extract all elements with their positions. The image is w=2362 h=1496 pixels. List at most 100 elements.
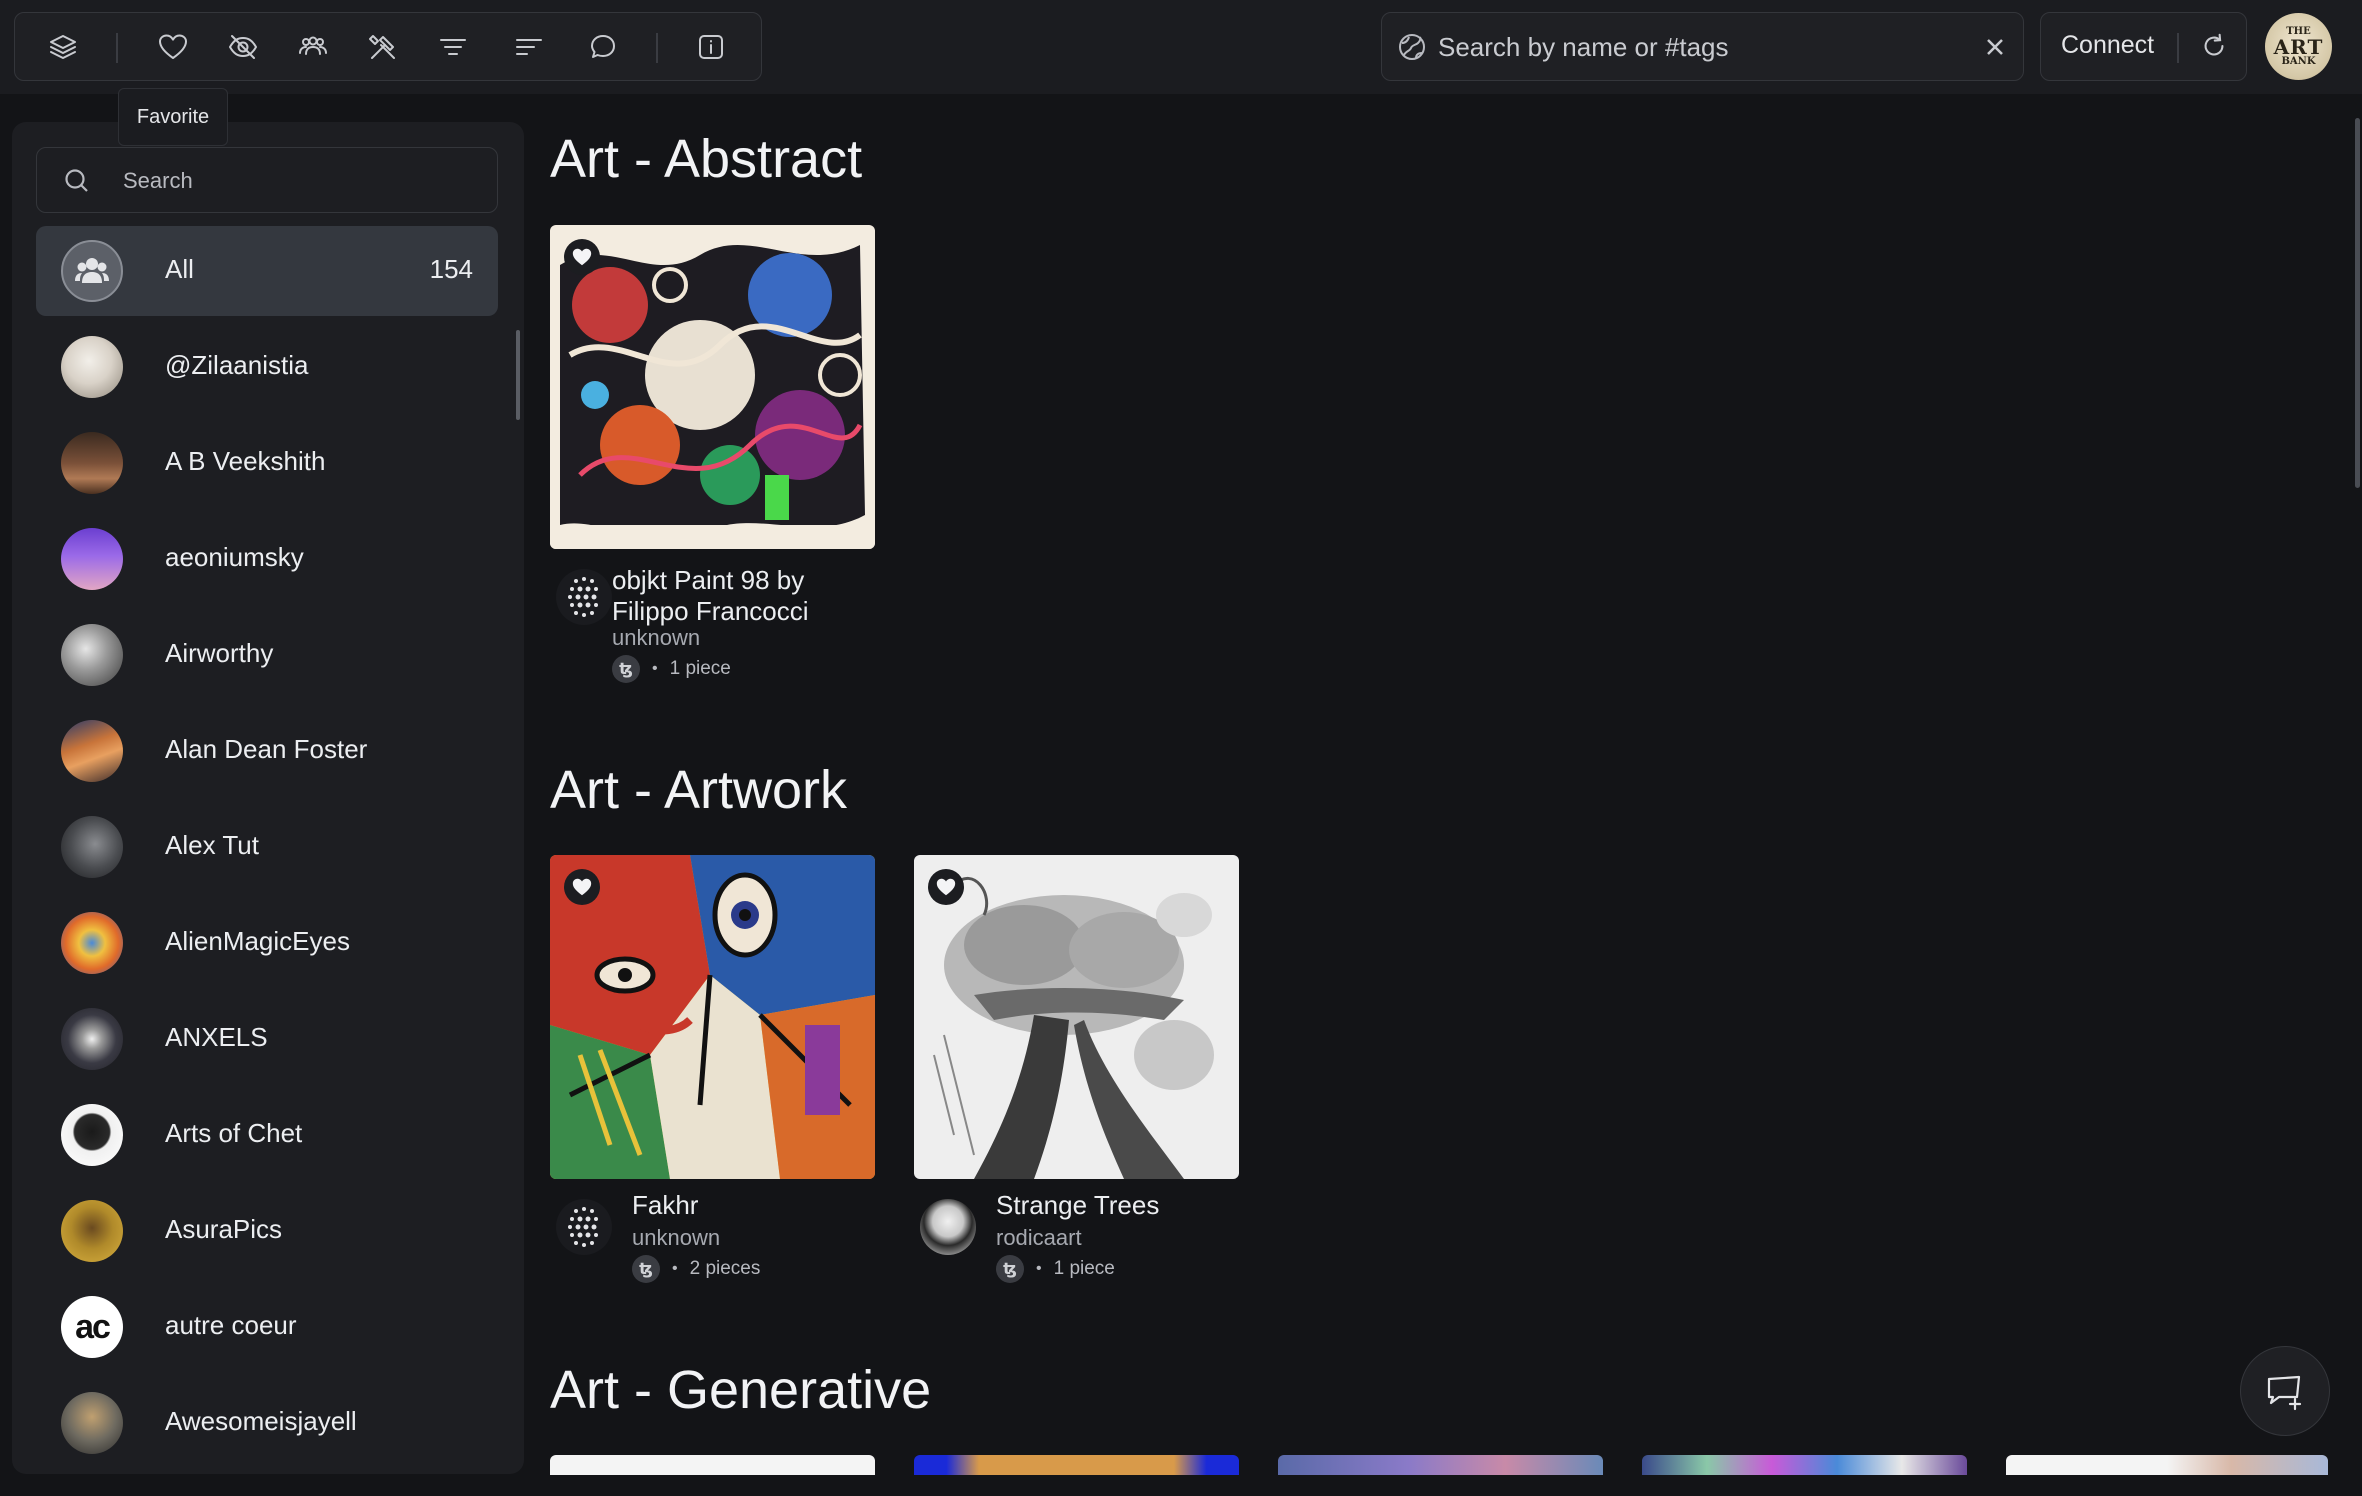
group-icon (61, 240, 123, 302)
sidebar-item-alienmagiceyes[interactable]: AlienMagicEyes (36, 898, 498, 988)
avatar (61, 1104, 123, 1166)
favorite-button[interactable] (928, 869, 964, 905)
card-title[interactable]: Fakhr (632, 1190, 892, 1221)
artwork-thumbnail[interactable] (2006, 1455, 2328, 1475)
avatar (61, 1200, 123, 1262)
tezos-icon: ꜩ (632, 1255, 660, 1283)
sidebar-item-label: Alex Tut (165, 830, 259, 860)
section-title: Art - Generative (550, 1360, 932, 1420)
card-footer: ꜩ • 2 pieces (632, 1255, 760, 1283)
connect-divider (2177, 33, 2179, 63)
nft-card[interactable]: objkt Paint 98 by Filippo Francocci unkn… (550, 225, 875, 695)
layers-icon[interactable] (43, 27, 83, 67)
sidebar-item-a-b-veekshith[interactable]: A B Veekshith (36, 418, 498, 508)
card-pieces: 2 pieces (689, 1258, 761, 1279)
feedback-button[interactable] (2240, 1346, 2330, 1436)
filter-icon[interactable] (433, 27, 473, 67)
global-search-input[interactable] (1438, 27, 1958, 67)
connect-button[interactable]: Connect (2061, 31, 2154, 60)
artwork-thumbnail[interactable] (550, 855, 875, 1179)
sidebar-search-input[interactable] (123, 162, 483, 200)
separator-dot: • (652, 660, 658, 677)
sort-icon[interactable] (509, 27, 549, 67)
artwork-thumbnail[interactable] (1278, 1455, 1603, 1475)
card-title[interactable]: Strange Trees (996, 1190, 1256, 1221)
logo-text-line2: ART (2273, 34, 2324, 59)
sidebar-search (36, 147, 498, 213)
heart-icon (572, 248, 592, 266)
artwork-thumbnail[interactable] (550, 225, 875, 549)
section-title: Art - Abstract (550, 129, 863, 189)
creator-list: All 154 @Zilaanistia A B Veekshith aeoni… (36, 226, 498, 1474)
sidebar-item-label: @Zilaanistia (165, 350, 309, 380)
sidebar-item-alex-tut[interactable]: Alex Tut (36, 802, 498, 892)
card-pieces: 1 piece (669, 658, 731, 679)
main-content: Art - Abstract objkt Paint 98 by Filippo… (548, 94, 2328, 1496)
avatar (61, 1392, 123, 1454)
artwork-thumbnail[interactable] (1642, 1455, 1967, 1475)
card-creator[interactable]: unknown (612, 625, 700, 651)
heart-icon[interactable] (153, 27, 193, 67)
card-footer: ꜩ • 1 piece (996, 1255, 1115, 1283)
sidebar-item-airworthy[interactable]: Airworthy (36, 610, 498, 700)
artwork-thumbnail[interactable] (914, 1455, 1239, 1475)
avatar: ac (61, 1296, 123, 1358)
nft-card[interactable]: Fakhr unknown ꜩ • 2 pieces (550, 855, 875, 1295)
users-icon[interactable] (293, 27, 333, 67)
logo-text-line3: BANK (2281, 55, 2316, 67)
heart-icon (572, 878, 592, 896)
creator-avatar[interactable] (556, 1199, 612, 1255)
card-title[interactable]: objkt Paint 98 by Filippo Francocci (612, 565, 872, 627)
creator-avatar[interactable] (920, 1199, 976, 1255)
avatar (61, 1008, 123, 1070)
card-creator[interactable]: unknown (632, 1225, 720, 1251)
sidebar-item-zilaanistia[interactable]: @Zilaanistia (36, 322, 498, 412)
separator-dot: • (1036, 1260, 1042, 1277)
favorite-button[interactable] (564, 869, 600, 905)
nft-card[interactable]: Strange Trees rodicaart ꜩ • 1 piece (914, 855, 1239, 1295)
heart-icon (936, 878, 956, 896)
search-icon (63, 167, 91, 195)
artwork-thumbnail[interactable] (550, 1455, 875, 1475)
tools-icon[interactable] (363, 27, 403, 67)
avatar (61, 720, 123, 782)
sidebar-item-label: Arts of Chet (165, 1118, 303, 1148)
avatar (61, 816, 123, 878)
section-title: Art - Artwork (550, 760, 848, 820)
sidebar-scrollbar[interactable] (516, 330, 520, 420)
sidebar-item-aeoniumsky[interactable]: aeoniumsky (36, 514, 498, 604)
connect-area: Connect (2040, 12, 2247, 81)
chat-icon[interactable] (583, 27, 623, 67)
creator-sidebar: All 154 @Zilaanistia A B Veekshith aeoni… (12, 122, 524, 1474)
separator-dot: • (672, 1260, 678, 1277)
sidebar-item-label: AsuraPics (165, 1214, 283, 1244)
favorite-button[interactable] (564, 239, 600, 275)
card-creator[interactable]: rodicaart (996, 1225, 1082, 1251)
add-comment-icon (2267, 1375, 2302, 1411)
tooltip: Favorite (118, 88, 228, 146)
close-icon[interactable] (1981, 33, 2009, 61)
sidebar-item-anxels[interactable]: ANXELS (36, 994, 498, 1084)
tezos-icon: ꜩ (612, 655, 640, 683)
creator-avatar[interactable] (556, 569, 612, 625)
avatar (61, 624, 123, 686)
main-scrollbar[interactable] (2355, 118, 2360, 488)
artwork-thumbnail[interactable] (914, 855, 1239, 1179)
sidebar-item-label: AlienMagicEyes (165, 926, 350, 956)
sidebar-item-arts-of-chet[interactable]: Arts of Chet (36, 1090, 498, 1180)
tezos-icon: ꜩ (996, 1255, 1024, 1283)
sidebar-item-label: Airworthy (165, 638, 274, 668)
avatar (61, 528, 123, 590)
brand-logo[interactable]: THE ART BANK (2265, 13, 2332, 80)
info-icon[interactable] (691, 27, 731, 67)
hidden-icon[interactable] (223, 27, 263, 67)
refresh-icon[interactable] (2199, 31, 2231, 63)
sidebar-item-autre-coeur[interactable]: ac autre coeur (36, 1282, 498, 1372)
sidebar-item-all[interactable]: All 154 (36, 226, 498, 316)
sidebar-item-asurapics[interactable]: AsuraPics (36, 1186, 498, 1276)
sidebar-item-alan-dean-foster[interactable]: Alan Dean Foster (36, 706, 498, 796)
sidebar-item-awesomeisjayell[interactable]: Awesomeisjayell (36, 1378, 498, 1468)
global-search (1381, 12, 2024, 81)
sidebar-item-label: All (165, 254, 194, 284)
sidebar-item-label: Alan Dean Foster (165, 734, 368, 764)
